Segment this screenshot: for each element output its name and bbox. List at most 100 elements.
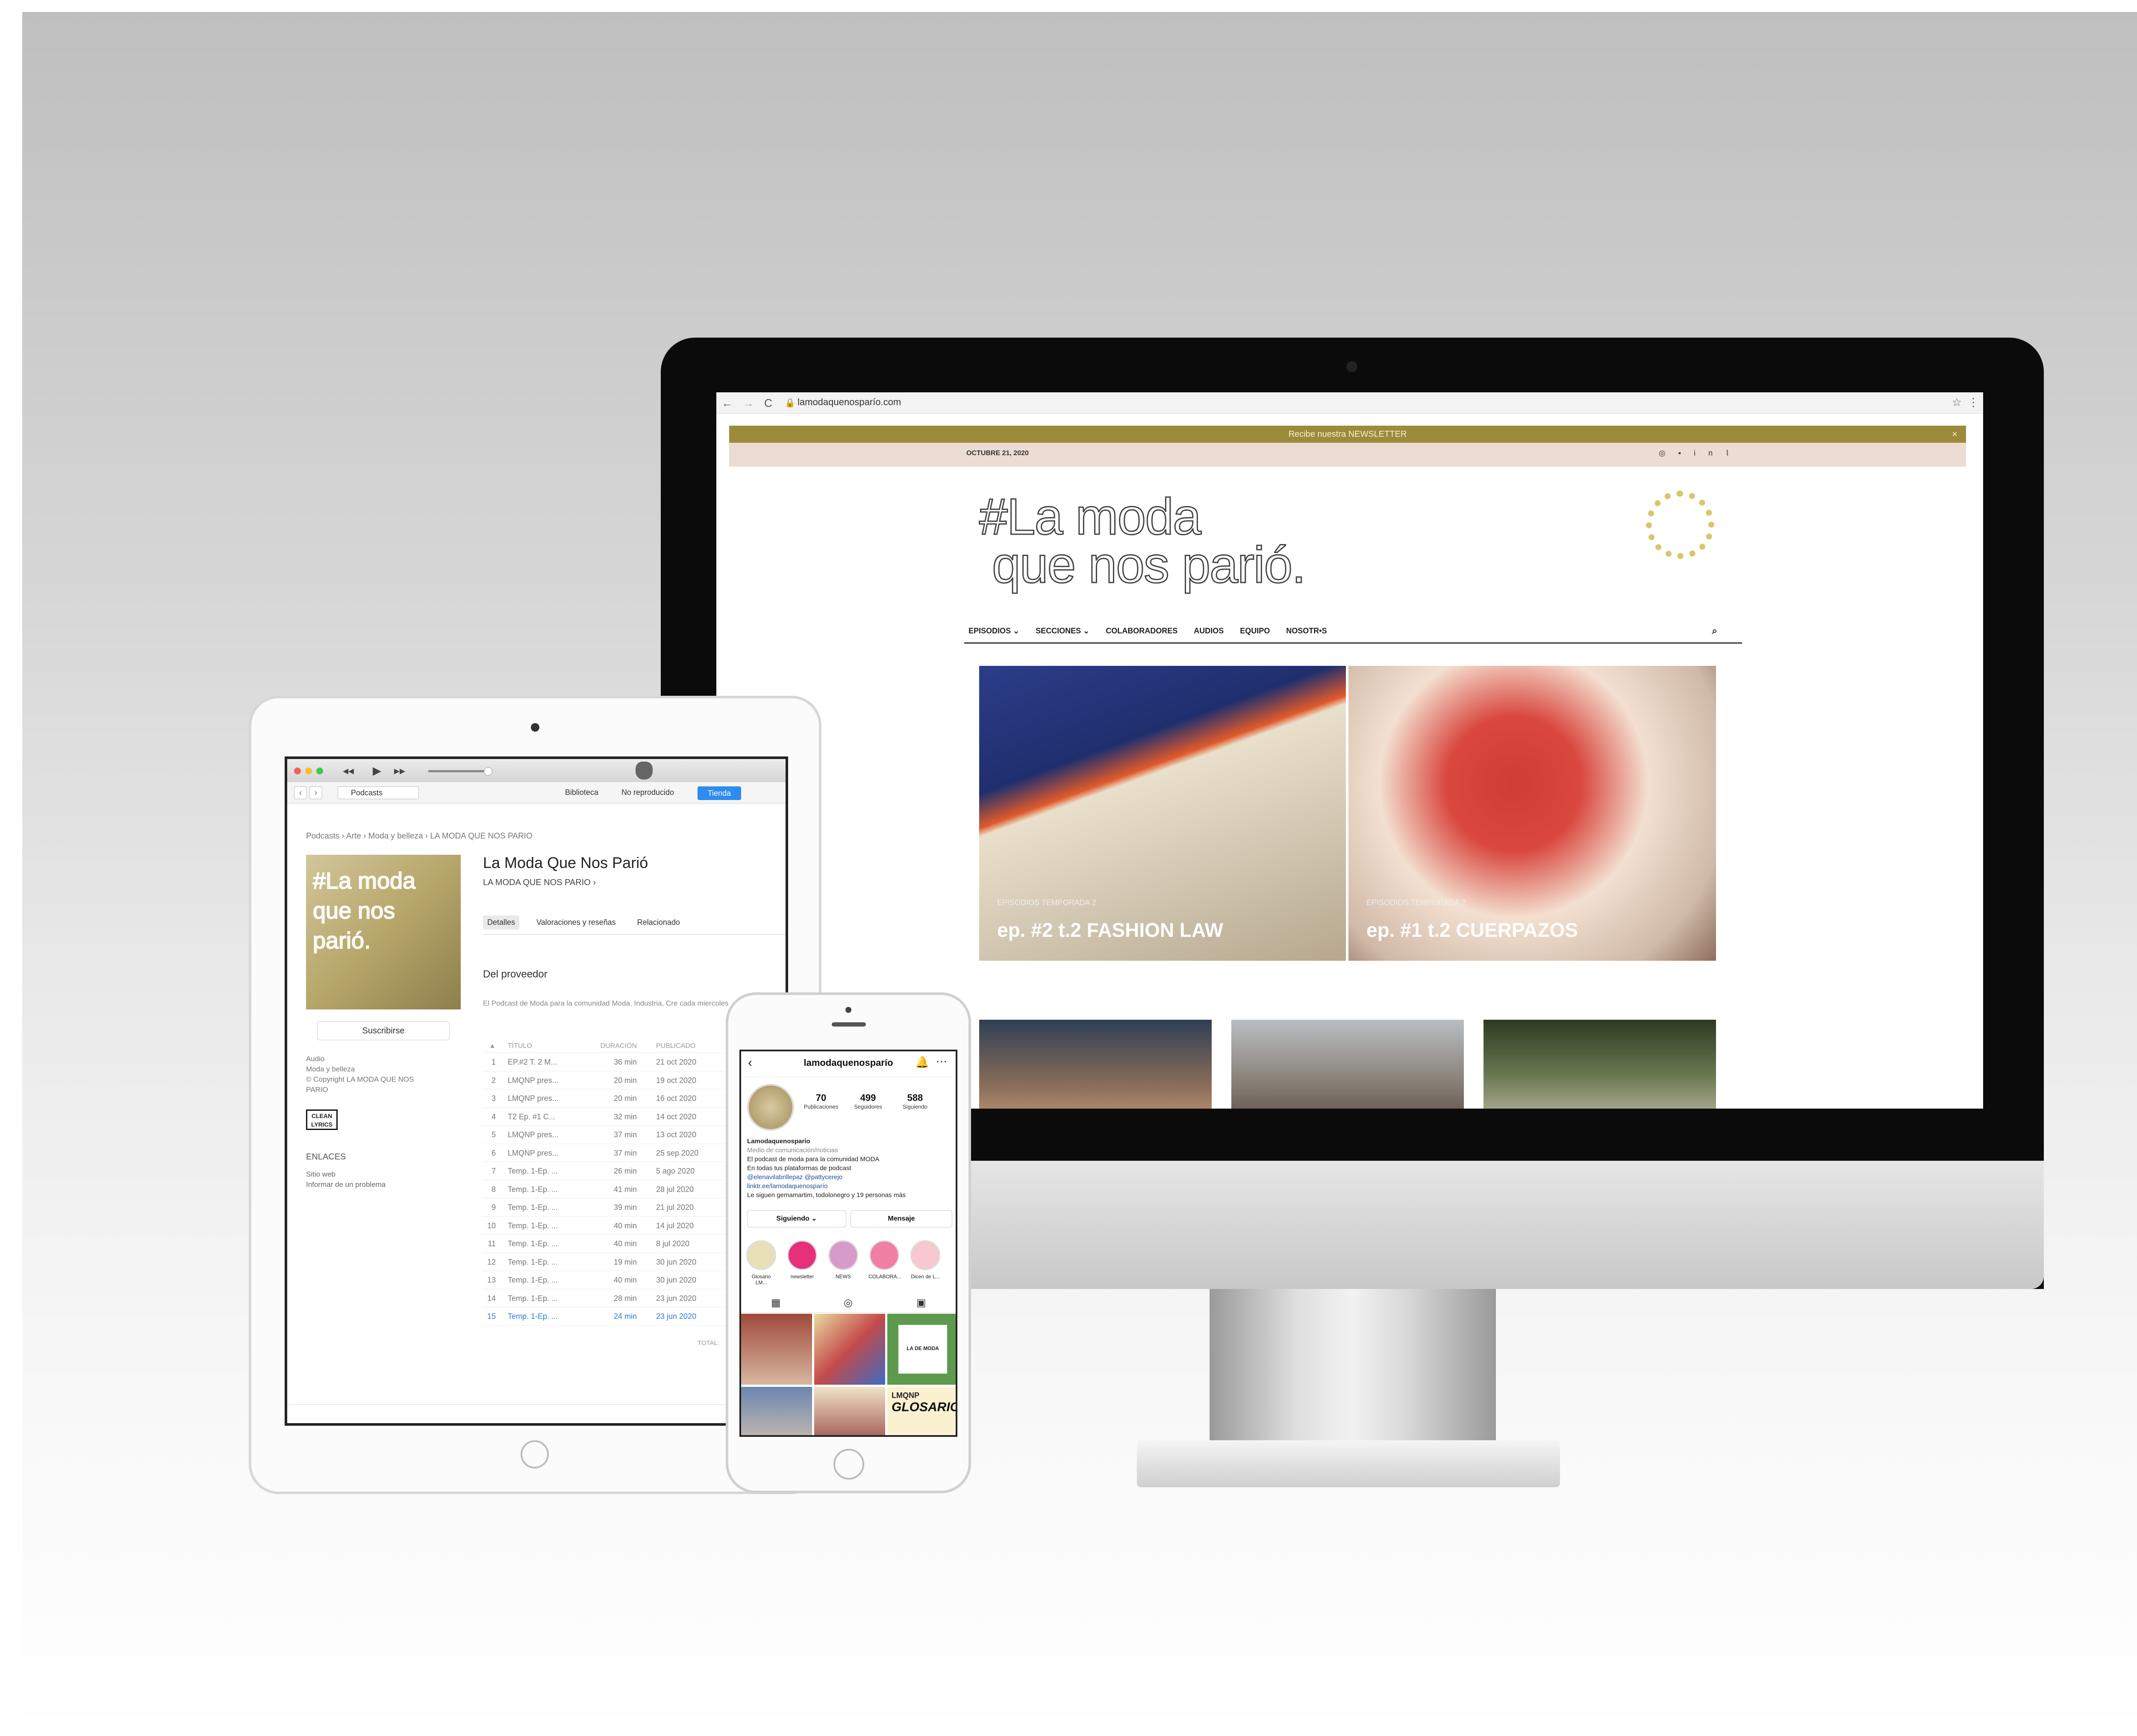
close-window-icon[interactable] xyxy=(294,768,301,774)
iphone-home-button[interactable] xyxy=(833,1449,864,1480)
post-card[interactable]: EPISODIOS TEMPORADA 2 ep. #1 t.2 CUERPAZ… xyxy=(1348,666,1716,961)
cell-dur: 24 min xyxy=(613,1312,637,1321)
grid-post[interactable] xyxy=(741,1387,812,1435)
table-row[interactable]: 9 Temp. 1-Ep. ... 39 min 21 jul 2020 xyxy=(483,1198,765,1217)
post-category[interactable]: EPISODIOS TEMPORADA 2 xyxy=(997,898,1096,907)
post-thumbnail[interactable] xyxy=(979,1020,1212,1109)
grid-post[interactable] xyxy=(814,1387,885,1435)
grid-icon[interactable]: ▦ xyxy=(771,1297,781,1309)
highlight[interactable]: COLABORA... xyxy=(868,1240,901,1280)
post-title[interactable]: ep. #2 t.2 FASHION LAW xyxy=(997,918,1223,942)
social-icons[interactable]: ◎▪in⌇ xyxy=(1659,449,1742,458)
podcast-author[interactable]: LA MODA QUE NOS PARIO › xyxy=(483,878,596,888)
message-button[interactable]: Mensaje xyxy=(851,1210,952,1227)
subscribe-button[interactable]: Suscribirse xyxy=(317,1021,450,1040)
menu-item-episodios[interactable]: EPISODIOS ⌄ xyxy=(968,618,1019,644)
highlight[interactable]: NEWS xyxy=(827,1240,859,1280)
table-row[interactable]: 14 Temp. 1-Ep. ... 28 min 23 jun 2020 xyxy=(483,1289,765,1307)
bio-link[interactable]: linktr.ee/lamodaquenosparío xyxy=(747,1182,952,1191)
browser-toolbar: ← → C 🔒 lamodaquenosparío.com ☆ ⋮ xyxy=(716,392,1983,414)
website-link[interactable]: Sitio web xyxy=(306,1169,386,1180)
post-thumbnail[interactable] xyxy=(1231,1020,1464,1109)
stat-followers[interactable]: 499 Seguidores xyxy=(845,1092,892,1110)
tab-detalles[interactable]: Detalles xyxy=(483,915,520,930)
tab-biblioteca[interactable]: Biblioteca xyxy=(565,788,598,797)
browser-menu-icon[interactable]: ⋮ xyxy=(1968,396,1979,409)
table-row[interactable]: 12 Temp. 1-Ep. ... 19 min 30 jun 2020 xyxy=(483,1253,765,1271)
minimize-window-icon[interactable] xyxy=(305,768,312,774)
tab-relacionado[interactable]: Relacionado xyxy=(633,915,684,930)
bio-mentions[interactable]: @elenavilabrillepaz @pattycerejo xyxy=(747,1173,952,1182)
table-row[interactable]: 6 LMQNP pres... 37 min 25 sep 2020 xyxy=(483,1144,765,1162)
highlight-label: COLABORA... xyxy=(868,1274,901,1280)
table-row[interactable]: 13 Temp. 1-Ep. ... 40 min 30 jun 2020 xyxy=(483,1271,765,1289)
close-icon[interactable]: × xyxy=(1952,426,1957,443)
column-published[interactable]: PUBLICADO xyxy=(656,1039,695,1053)
forward-icon[interactable]: → xyxy=(743,397,754,410)
tab-no-reproducido[interactable]: No reproducido xyxy=(621,788,674,797)
play-icon[interactable]: ▶ xyxy=(373,764,381,777)
logo-line-2[interactable]: que nos parió. xyxy=(992,536,1307,594)
table-row[interactable]: 1 EP.#2 T. 2 M... 36 min 21 oct 2020 xyxy=(483,1053,765,1071)
highlight[interactable]: newsletter xyxy=(786,1240,818,1280)
table-row[interactable]: 8 Temp. 1-Ep. ... 41 min 28 jul 2020 xyxy=(483,1180,765,1198)
menu-item-colaboradores[interactable]: COLABORADORES xyxy=(1106,618,1177,644)
stat-following[interactable]: 588 Siguiendo xyxy=(892,1092,939,1110)
post-thumbnail[interactable] xyxy=(1484,1020,1716,1109)
table-row[interactable]: 10 Temp. 1-Ep. ... 40 min 14 jul 2020 xyxy=(483,1217,765,1235)
breadcrumb[interactable]: Podcasts › Arte › Moda y belleza › LA MO… xyxy=(306,832,533,841)
column-duration[interactable]: DURACIÓN xyxy=(590,1039,637,1053)
newsletter-bar[interactable]: Recibe nuestra NEWSLETTER × xyxy=(729,426,1966,443)
volume-slider[interactable] xyxy=(428,767,492,776)
maximize-window-icon[interactable] xyxy=(316,768,323,774)
back-icon[interactable]: ← xyxy=(721,397,733,410)
menu-item-equipo[interactable]: EQUIPO xyxy=(1240,618,1270,644)
forward-arrow-icon[interactable]: › xyxy=(309,786,322,799)
following-button[interactable]: Siguiendo ⌄ xyxy=(747,1210,846,1227)
reload-icon[interactable]: C xyxy=(764,397,772,410)
url-field[interactable]: lamodaquenosparío.com xyxy=(798,397,901,408)
table-row[interactable]: 5 LMQNP pres... 37 min 13 oct 2020 xyxy=(483,1126,765,1144)
highlight[interactable]: Glosario LM... xyxy=(745,1240,777,1286)
table-row[interactable]: 2 LMQNP pres... 20 min 19 oct 2020 xyxy=(483,1071,765,1089)
table-row[interactable]: 3 LMQNP pres... 20 min 16 oct 2020 xyxy=(483,1089,765,1108)
highlight[interactable]: Dicen de L... xyxy=(910,1240,941,1280)
ipad-home-button[interactable] xyxy=(521,1440,549,1468)
stat-posts[interactable]: 70 Publicaciones xyxy=(798,1092,845,1110)
back-arrow-icon[interactable]: ‹ xyxy=(294,786,307,799)
tab-tienda[interactable]: Tienda xyxy=(698,786,741,800)
sort-icon[interactable]: ▲ xyxy=(483,1039,496,1053)
followed-by[interactable]: Le siguen gemamartim, todolonegro y 19 p… xyxy=(747,1191,952,1200)
bell-icon[interactable]: 🔔 xyxy=(915,1056,929,1069)
ig-header: ‹ lamodaquenosparío 🔔 ⋯ xyxy=(741,1051,956,1077)
tagged-icon[interactable]: ▣ xyxy=(916,1297,926,1309)
post-card[interactable]: EPISODIOS TEMPORADA 2 ep. #2 t.2 FASHION… xyxy=(979,666,1346,961)
bookmark-star-icon[interactable]: ☆ xyxy=(1952,396,1962,409)
media-source-select[interactable]: Podcasts xyxy=(338,786,419,799)
grid-post[interactable] xyxy=(741,1314,812,1385)
table-row[interactable]: 7 Temp. 1-Ep. ... 26 min 5 ago 2020 xyxy=(483,1162,765,1180)
menu-item-audios[interactable]: AUDIOS xyxy=(1194,618,1224,644)
grid-post[interactable]: LA DE MODA xyxy=(887,1314,956,1385)
tab-valoraciones[interactable]: Valoraciones y reseñas xyxy=(532,915,620,930)
column-title[interactable]: TÍTULO xyxy=(508,1039,532,1053)
avatar[interactable] xyxy=(747,1084,794,1131)
newsletter-text[interactable]: Recibe nuestra NEWSLETTER xyxy=(1289,430,1407,439)
report-link[interactable]: Informar de un problema xyxy=(306,1180,386,1190)
search-icon[interactable]: ⌕ xyxy=(1712,618,1717,644)
table-row[interactable]: 11 Temp. 1-Ep. ... 40 min 8 jul 2020 xyxy=(483,1235,765,1253)
post-title[interactable]: ep. #1 t.2 CUERPAZOS xyxy=(1366,918,1578,942)
grid-post[interactable] xyxy=(814,1314,885,1385)
grid-post[interactable]: LMQNP GLOSARIO xyxy=(887,1387,956,1435)
reels-icon[interactable]: ◎ xyxy=(844,1297,853,1309)
table-row[interactable]: 4 T2 Ep. #1 C... 32 min 14 oct 2020 xyxy=(483,1108,765,1126)
post-category[interactable]: EPISODIOS TEMPORADA 2 xyxy=(1366,898,1466,907)
more-icon[interactable]: ⋯ xyxy=(936,1055,947,1068)
table-row[interactable]: 15 Temp. 1-Ep. ... 24 min 23 jun 2020 xyxy=(483,1307,765,1326)
divider xyxy=(483,934,786,935)
rewind-icon[interactable]: ◂◂ xyxy=(343,764,354,777)
menu-item-nosotros[interactable]: NOSOTR•S xyxy=(1286,618,1327,644)
cell-date: 23 jun 2020 xyxy=(656,1312,697,1321)
fast-forward-icon[interactable]: ▸▸ xyxy=(394,764,405,777)
menu-item-secciones[interactable]: SECCIONES ⌄ xyxy=(1036,618,1089,644)
